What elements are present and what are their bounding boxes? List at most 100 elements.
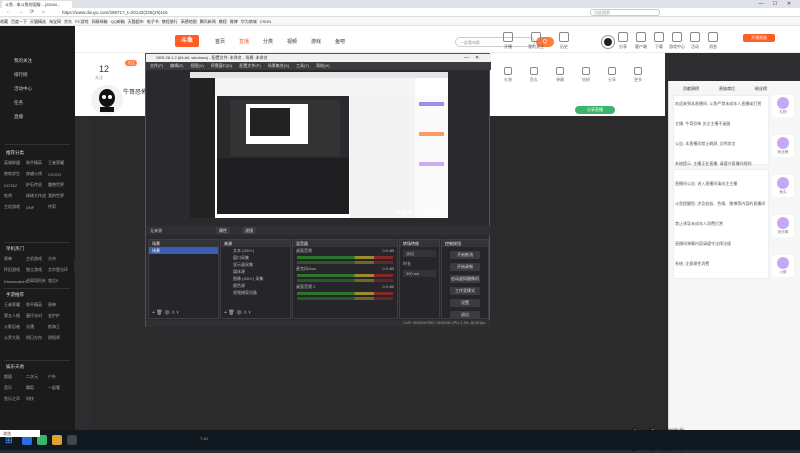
sidebar-category[interactable]: 鬼泣5: [48, 278, 70, 284]
nav-item[interactable]: 分类: [263, 38, 273, 45]
header-icon-button[interactable]: 消息: [705, 32, 721, 50]
source-item[interactable]: 显示器采集: [221, 261, 290, 268]
obs-control-button[interactable]: 开始推流: [450, 251, 480, 259]
back-icon[interactable]: ←: [6, 9, 11, 15]
transition-duration-input[interactable]: 300 ms: [403, 270, 436, 277]
maximize-icon[interactable]: ☐: [768, 0, 782, 8]
room-tool-button[interactable]: 分享: [601, 67, 623, 83]
sidebar-category[interactable]: 第五人格: [4, 313, 26, 319]
obs-control-button[interactable]: 设置: [450, 299, 480, 307]
chat-panel-tab[interactable]: 贡献周榜: [683, 86, 699, 92]
sidebar-category[interactable]: 音乐: [4, 385, 26, 391]
bookmark-item[interactable]: 腾讯新闻: [200, 19, 216, 25]
chat-panel-tab[interactable]: 粉丝榜: [755, 86, 767, 92]
room-tool-button[interactable]: 更多: [627, 67, 649, 83]
source-item[interactable]: 颜色源: [221, 282, 290, 289]
bookmark-item[interactable]: 微博: [230, 19, 238, 25]
header-icon-button[interactable]: 开播: [495, 32, 521, 50]
source-item[interactable]: 媒体源: [221, 268, 290, 275]
sidebar-category[interactable]: CS:GO: [48, 172, 70, 177]
nav-item[interactable]: 直播: [239, 38, 249, 45]
gift-item[interactable]: 火箭: [772, 255, 794, 277]
bookmark-item[interactable]: CSDN: [260, 19, 271, 24]
room-tool-button[interactable]: 钻粉: [575, 67, 597, 83]
obs-filters-button[interactable]: 滤镜: [242, 227, 256, 234]
nav-item[interactable]: 视频: [287, 38, 297, 45]
sidebar-item[interactable]: 我的关注: [14, 58, 32, 64]
sidebar-category[interactable]: DOTA2: [4, 183, 26, 188]
refresh-icon[interactable]: ⟳: [30, 9, 34, 15]
obs-minimize-icon[interactable]: —: [464, 54, 469, 62]
obs-menu-item[interactable]: 视图(V): [190, 63, 203, 68]
sidebar-category[interactable]: 魔兽世界: [48, 182, 70, 188]
room-tool-button[interactable]: 礼物: [497, 67, 519, 83]
sidebar-category[interactable]: 金铲铲: [48, 313, 70, 319]
close-icon[interactable]: ✕: [782, 0, 796, 8]
sidebar-category[interactable]: 斗罗大陆: [4, 335, 26, 341]
gift-item[interactable]: 粉丝牌: [772, 135, 794, 157]
mixer-volume-slider[interactable]: [297, 279, 393, 282]
header-icon-button[interactable]: 分享: [615, 32, 631, 50]
scenes-toolbar[interactable]: + 🗑 ⚙ ˄ ˅: [152, 310, 179, 316]
obs-control-button[interactable]: 退出: [450, 311, 480, 319]
obs-close-icon[interactable]: ✕: [475, 54, 479, 62]
obs-properties-button[interactable]: 属性: [216, 227, 230, 234]
bookmark-item[interactable]: 收藏: [0, 19, 8, 25]
header-icon-button[interactable]: 活动: [687, 32, 703, 50]
sidebar-category[interactable]: Dreamcatcher: [4, 279, 26, 284]
bookmark-item[interactable]: 百度一下: [11, 19, 27, 25]
sidebar-category[interactable]: 二次元: [26, 374, 48, 380]
transition-type-select[interactable]: 淡出: [403, 250, 436, 257]
douyu-logo[interactable]: 斗鱼: [175, 35, 199, 47]
streamer-avatar[interactable]: [91, 85, 123, 115]
gift-item[interactable]: 荧光棒: [772, 215, 794, 237]
bookmark-item[interactable]: 华为商城: [241, 19, 257, 25]
room-tool-button[interactable]: 弹幕: [549, 67, 571, 83]
obs-menu-item[interactable]: 配置文件(P): [239, 63, 260, 68]
sidebar-category[interactable]: 绝地求生: [4, 171, 26, 177]
sidebar-category[interactable]: 穿越火线: [26, 171, 48, 177]
browser-search-input[interactable]: 点此搜索: [590, 9, 660, 16]
sidebar-category[interactable]: 球球大作战: [26, 193, 48, 199]
bookmark-item[interactable]: 天猫精选: [30, 19, 46, 25]
nav-item[interactable]: 游戏: [311, 38, 321, 45]
bookmark-item[interactable]: 电子书: [147, 19, 159, 25]
minimize-icon[interactable]: —: [754, 0, 768, 8]
obs-control-button[interactable]: 开始录制: [450, 263, 480, 271]
room-tool-button[interactable]: 鱼丸: [523, 67, 545, 83]
sidebar-category[interactable]: 明日方舟: [26, 335, 48, 341]
sidebar-category[interactable]: 火影忍者: [4, 324, 26, 330]
share-live-button[interactable]: 分享直播: [575, 106, 615, 114]
bookmark-item[interactable]: 高德地图: [181, 19, 197, 25]
header-icon-button[interactable]: 历史: [551, 32, 577, 50]
streamer-name[interactable]: 牛哥恐怖: [123, 87, 147, 96]
sidebar-category[interactable]: 颜值: [4, 374, 26, 380]
gift-item[interactable]: 礼物: [772, 95, 794, 117]
sidebar-category[interactable]: 王者荣耀: [48, 160, 70, 166]
bookmark-item[interactable]: 天猫超市: [128, 19, 144, 25]
source-item[interactable]: 文本 (GDI+): [221, 247, 290, 254]
header-icon-button[interactable]: 客户端: [633, 32, 649, 50]
header-icon-button[interactable]: 游戏中心: [669, 32, 685, 50]
sidebar-category[interactable]: 我的世界: [48, 193, 70, 199]
gift-item[interactable]: 鱼丸: [772, 175, 794, 197]
sidebar-category[interactable]: 艾尔登法环: [48, 267, 70, 273]
sidebar-category[interactable]: 户外: [48, 374, 70, 380]
bookmark-item[interactable]: 网易邮箱: [92, 19, 108, 25]
vip-button[interactable]: 开通贵族: [743, 34, 775, 42]
bookmark-item[interactable]: 携程旅行: [162, 19, 178, 25]
obs-menu-item[interactable]: 帮助(H): [316, 63, 330, 68]
sidebar-category[interactable]: 鱼乐之声: [4, 396, 26, 402]
browser-tab[interactable]: 斗鱼 - 来斗鱼的国服... [2D0M...: [2, 1, 72, 8]
follow-badge[interactable]: 关注: [125, 60, 137, 66]
sidebar-category[interactable]: 舞蹈: [26, 385, 48, 391]
obs-control-button[interactable]: 工作室模式: [450, 287, 480, 295]
sidebar-category[interactable]: 吃鸡: [4, 193, 26, 199]
sidebar-category[interactable]: 和平精英: [26, 302, 48, 308]
sidebar-category[interactable]: 原神: [48, 302, 70, 308]
sidebar-category[interactable]: 蛋仔派对: [26, 313, 48, 319]
sidebar-category[interactable]: 原神: [4, 256, 26, 262]
sidebar-collapse-icon[interactable]: ‹: [74, 260, 75, 274]
mixer-volume-slider[interactable]: [297, 297, 393, 300]
obs-menu-item[interactable]: 工具(T): [296, 63, 309, 68]
